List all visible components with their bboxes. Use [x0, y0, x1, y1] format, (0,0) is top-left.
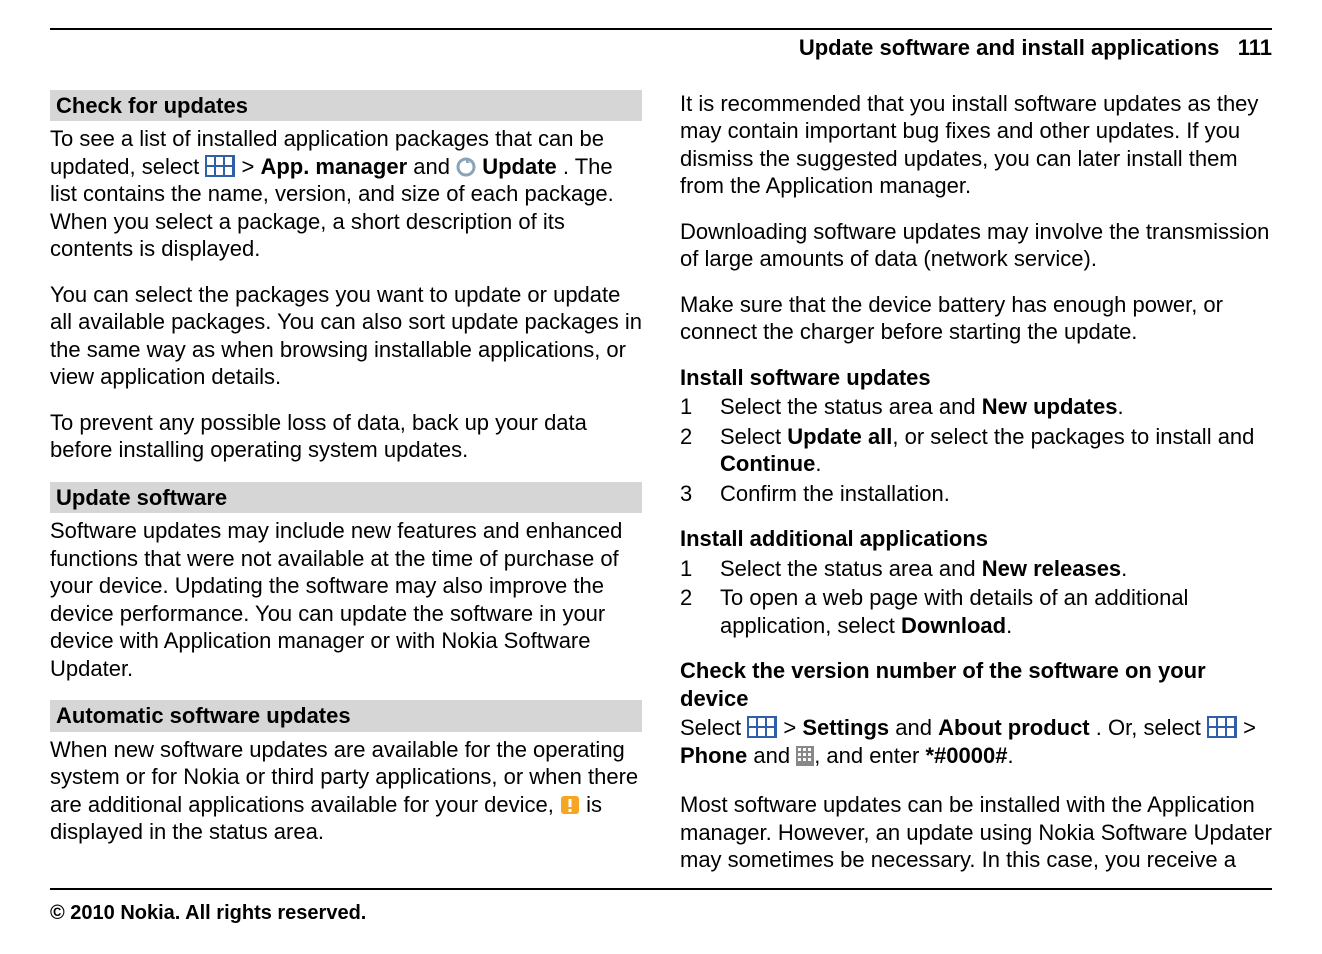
footer-rule: [50, 888, 1272, 890]
header-rule: [50, 28, 1272, 30]
text: and: [413, 154, 456, 179]
step-number: 3: [680, 480, 698, 508]
text: .: [1121, 556, 1127, 581]
keypad-icon: [796, 746, 814, 766]
section-check-for-updates: Check for updates: [50, 90, 642, 122]
copyright-footer: © 2010 Nokia. All rights reserved.: [50, 901, 366, 926]
text: .: [815, 451, 821, 476]
check-version-heading: Check the version number of the software…: [680, 657, 1272, 712]
download-label: Download: [901, 613, 1006, 638]
right-p4: Most software updates can be installed w…: [680, 791, 1272, 874]
check-version-body: Select > Settings and About product . Or…: [680, 714, 1272, 769]
phone-label: Phone: [680, 743, 747, 768]
step-text: Select the status area and New releases.: [720, 555, 1127, 583]
update-label: Update: [482, 154, 557, 179]
refresh-icon: [456, 157, 476, 177]
text: and: [895, 715, 938, 740]
step-number: 1: [680, 393, 698, 421]
step-text: Select the status area and New updates.: [720, 393, 1124, 421]
step-number: 1: [680, 555, 698, 583]
check-updates-p3: To prevent any possible loss of data, ba…: [50, 409, 642, 464]
text: Select: [720, 424, 787, 449]
text: .: [1117, 394, 1123, 419]
dial-code: *#0000#: [926, 743, 1008, 768]
settings-label: Settings: [802, 715, 889, 740]
about-product-label: About product: [938, 715, 1090, 740]
text: and: [753, 743, 796, 768]
check-updates-p1: To see a list of installed application p…: [50, 125, 642, 263]
text: >: [783, 715, 802, 740]
new-updates-label: New updates: [982, 394, 1118, 419]
install-updates-steps: 1 Select the status area and New updates…: [680, 393, 1272, 507]
continue-label: Continue: [720, 451, 815, 476]
menu-grid-icon: [747, 716, 777, 738]
content-columns: Check for updates To see a list of insta…: [50, 90, 1272, 874]
text: >: [1243, 715, 1256, 740]
text: Select: [680, 715, 747, 740]
text: When new software updates are available …: [50, 737, 638, 817]
text: .: [1006, 613, 1012, 638]
right-p1: It is recommended that you install softw…: [680, 90, 1272, 200]
running-header: Update software and install applications…: [50, 34, 1272, 62]
step-text: Confirm the installation.: [720, 480, 950, 508]
text: Select the status area and: [720, 394, 982, 419]
step-number: 2: [680, 584, 698, 639]
install-updates-heading: Install software updates: [680, 364, 1272, 392]
menu-grid-icon: [205, 155, 235, 177]
step-text: To open a web page with details of an ad…: [720, 584, 1272, 639]
menu-grid-icon: [1207, 716, 1237, 738]
automatic-updates-p1: When new software updates are available …: [50, 736, 642, 846]
left-column: Check for updates To see a list of insta…: [50, 90, 642, 874]
list-item: 2 To open a web page with details of an …: [680, 584, 1272, 639]
header-title: Update software and install applications: [799, 35, 1220, 60]
text: .: [1007, 743, 1013, 768]
step-number: 2: [680, 423, 698, 478]
step-text: Select Update all, or select the package…: [720, 423, 1272, 478]
right-p2: Downloading software updates may involve…: [680, 218, 1272, 273]
list-item: 2 Select Update all, or select the packa…: [680, 423, 1272, 478]
text: , or select the packages to install and: [892, 424, 1254, 449]
page-number: 111: [1238, 35, 1272, 60]
list-item: 3 Confirm the installation.: [680, 480, 1272, 508]
text: , and enter: [814, 743, 925, 768]
install-additional-heading: Install additional applications: [680, 525, 1272, 553]
right-column: It is recommended that you install softw…: [680, 90, 1272, 874]
right-p3: Make sure that the device battery has en…: [680, 291, 1272, 346]
alert-icon: [560, 795, 580, 815]
update-all-label: Update all: [787, 424, 892, 449]
new-releases-label: New releases: [982, 556, 1121, 581]
app-manager-label: App. manager: [260, 154, 407, 179]
install-additional-steps: 1 Select the status area and New release…: [680, 555, 1272, 640]
section-automatic-updates: Automatic software updates: [50, 700, 642, 732]
update-software-p1: Software updates may include new feature…: [50, 517, 642, 682]
text: . Or, select: [1096, 715, 1207, 740]
list-item: 1 Select the status area and New updates…: [680, 393, 1272, 421]
section-update-software: Update software: [50, 482, 642, 514]
check-updates-p2: You can select the packages you want to …: [50, 281, 642, 391]
list-item: 1 Select the status area and New release…: [680, 555, 1272, 583]
text: >: [241, 154, 260, 179]
text: Select the status area and: [720, 556, 982, 581]
